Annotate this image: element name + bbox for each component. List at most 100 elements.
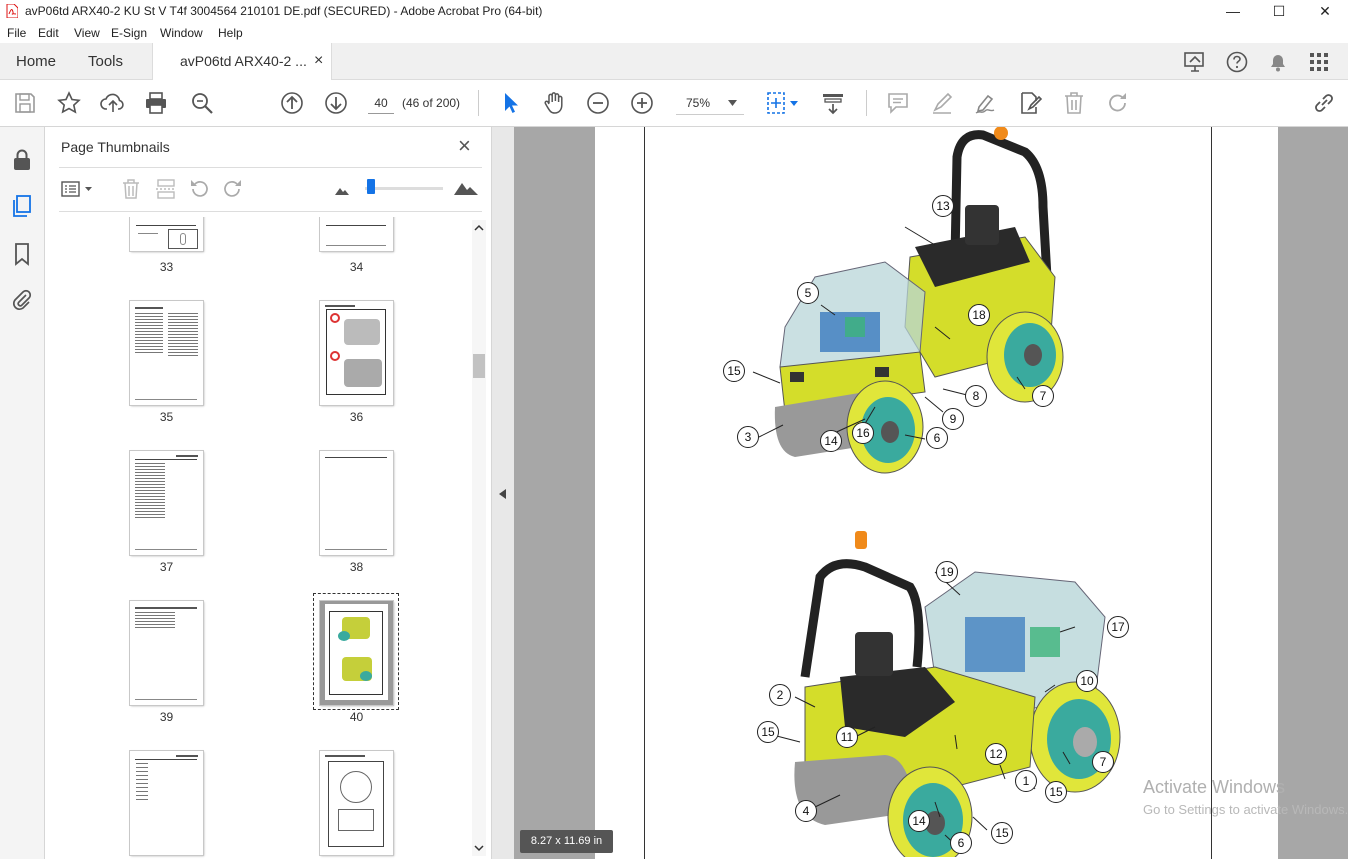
zoom-select[interactable]: 75% <box>676 91 744 115</box>
tab-document[interactable]: avP06td ARX40-2 ... × <box>152 43 332 81</box>
menu-edit[interactable]: Edit <box>38 26 59 40</box>
title-bar: avP06td ARX40-2 KU St V T4f 3004564 2101… <box>0 0 1348 23</box>
callout-15: 15 <box>1045 781 1067 803</box>
highlight-pen-icon[interactable] <box>929 90 955 116</box>
scroll-up-icon[interactable] <box>474 224 484 231</box>
menu-esign[interactable]: E-Sign <box>111 26 147 40</box>
panel-divider <box>59 211 482 212</box>
tab-tools[interactable]: Tools <box>88 53 123 70</box>
callout-13: 13 <box>932 195 954 217</box>
extract-page-icon[interactable] <box>155 178 177 200</box>
activation-watermark-subtitle: Go to Settings to activate Windows. <box>1143 802 1348 817</box>
callout-14: 14 <box>820 430 842 452</box>
scroll-mode-icon[interactable] <box>820 90 846 116</box>
apps-grid-icon[interactable] <box>1308 51 1330 73</box>
menu-bar: File Edit View E-Sign Window Help <box>0 23 1348 43</box>
scroll-down-icon[interactable] <box>474 845 484 852</box>
print-icon[interactable] <box>143 90 169 116</box>
thumbnail-options-icon[interactable] <box>61 180 99 198</box>
edit-document-icon[interactable] <box>1017 90 1043 116</box>
panel-close-button[interactable]: × <box>458 133 471 159</box>
bookmark-star-icon[interactable] <box>56 90 82 116</box>
page-number-input[interactable]: 40 <box>368 92 394 114</box>
delete-page-icon[interactable] <box>121 178 141 200</box>
menu-file[interactable]: File <box>7 26 26 40</box>
page-thumbnail-38[interactable] <box>320 451 393 555</box>
page-thumbnail-36[interactable] <box>320 301 393 405</box>
callout-6: 6 <box>950 832 972 854</box>
callout-7: 7 <box>1032 385 1054 407</box>
minimize-button[interactable]: — <box>1210 0 1256 23</box>
zoom-in-icon[interactable] <box>629 90 655 116</box>
lock-icon[interactable] <box>10 148 34 172</box>
page-thumbnail-40[interactable] <box>320 601 393 705</box>
scrollbar-thumb[interactable] <box>473 354 485 378</box>
select-cursor-icon[interactable] <box>497 90 523 116</box>
page-thumbnail-33[interactable] <box>130 217 203 251</box>
thumbnail-label: 34 <box>349 260 364 274</box>
page-thumbnail-34[interactable] <box>320 217 393 251</box>
comment-icon[interactable] <box>885 90 911 116</box>
page-thumbnail-41[interactable] <box>130 751 203 855</box>
slider-handle[interactable] <box>367 179 375 194</box>
page-thumbnail-42[interactable] <box>320 751 393 855</box>
collapse-arrow-icon[interactable] <box>499 489 507 499</box>
draw-sign-icon[interactable] <box>973 90 999 116</box>
main-toolbar: 40 (46 of 200) 75% <box>0 80 1348 127</box>
zoom-out-icon[interactable] <box>585 90 611 116</box>
attachments-paperclip-icon[interactable] <box>10 288 34 312</box>
thumbnail-label: 35 <box>159 410 174 424</box>
callout-9: 9 <box>942 408 964 430</box>
previous-page-icon[interactable] <box>279 90 305 116</box>
document-viewer[interactable]: 13 5 18 15 7 8 9 3 14 16 6 19 17 10 2 11… <box>514 127 1348 859</box>
tab-document-label: avP06td ARX40-2 ... <box>180 53 307 69</box>
share-link-icon[interactable] <box>1311 90 1337 116</box>
menu-help[interactable]: Help <box>218 26 243 40</box>
redo-icon[interactable] <box>1105 90 1131 116</box>
callout-1: 1 <box>1015 770 1037 792</box>
page-thumbnail-35[interactable] <box>130 301 203 405</box>
delete-trash-icon[interactable] <box>1061 90 1087 116</box>
callout-7: 7 <box>1092 751 1114 773</box>
page-thumbnail-39[interactable] <box>130 601 203 705</box>
thumbnail-scrollbar[interactable] <box>472 220 486 856</box>
notifications-bell-icon[interactable] <box>1267 51 1289 73</box>
find-zoom-icon[interactable] <box>189 90 215 116</box>
close-window-button[interactable]: ✕ <box>1302 0 1348 23</box>
window-title: avP06td ARX40-2 KU St V T4f 3004564 2101… <box>25 4 543 18</box>
callout-3: 3 <box>737 426 759 448</box>
callout-10: 10 <box>1076 670 1098 692</box>
upload-cloud-icon[interactable] <box>100 90 126 116</box>
menu-view[interactable]: View <box>74 26 100 40</box>
tab-close-button[interactable]: × <box>314 52 323 70</box>
thumbnail-label: 37 <box>159 560 174 574</box>
share-screen-icon[interactable] <box>1183 51 1207 73</box>
callout-2: 2 <box>769 684 791 706</box>
save-icon[interactable] <box>12 90 38 116</box>
page-thumbnails-icon[interactable] <box>10 194 34 218</box>
tab-home[interactable]: Home <box>16 53 56 70</box>
rotate-right-icon[interactable] <box>222 178 244 200</box>
fit-page-icon[interactable] <box>764 90 802 116</box>
callout-8: 8 <box>965 385 987 407</box>
callout-15: 15 <box>723 360 745 382</box>
toolbar-divider <box>478 90 479 116</box>
thumbnail-size-slider[interactable] <box>365 187 443 190</box>
page-thumbnail-37[interactable] <box>130 451 203 555</box>
callout-6: 6 <box>926 427 948 449</box>
callout-4: 4 <box>795 800 817 822</box>
maximize-button[interactable]: ☐ <box>1256 0 1302 23</box>
help-icon[interactable] <box>1225 50 1249 74</box>
panel-collapse-strip[interactable] <box>492 127 514 859</box>
rotate-left-icon[interactable] <box>188 178 210 200</box>
thumbnail-label: 40 <box>349 710 364 724</box>
hand-tool-icon[interactable] <box>541 90 567 116</box>
callout-17: 17 <box>1107 616 1129 638</box>
toolbar-divider <box>866 90 867 116</box>
next-page-icon[interactable] <box>323 90 349 116</box>
thumbnail-label: 39 <box>159 710 174 724</box>
thumbnails-list: 33 34 35 36 37 38 39 40 <box>45 217 472 859</box>
bookmarks-icon[interactable] <box>10 242 34 266</box>
menu-window[interactable]: Window <box>160 26 203 40</box>
thumbnail-label: 36 <box>349 410 364 424</box>
